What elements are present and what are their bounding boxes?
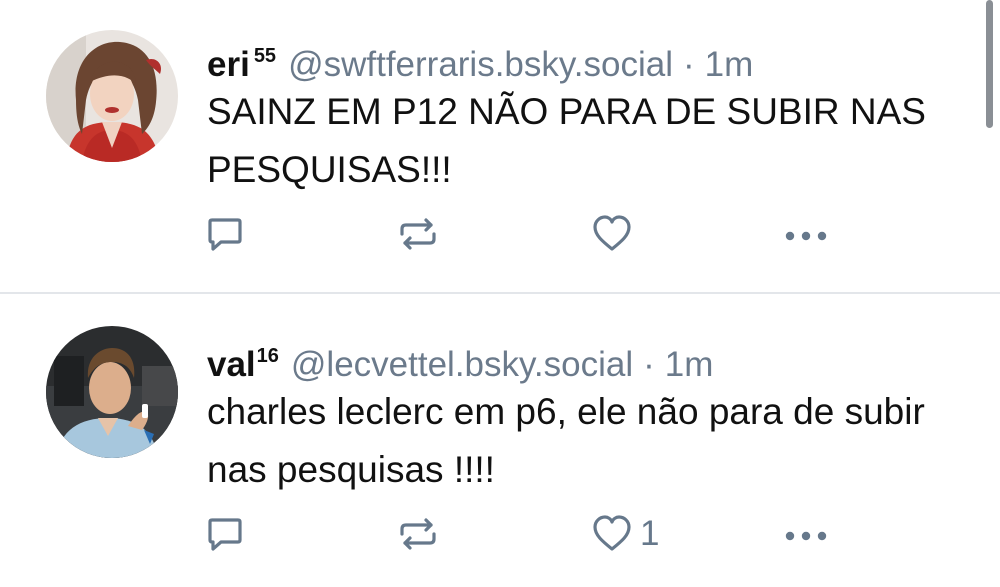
more-button[interactable] [784,214,830,254]
reply-icon [205,514,245,554]
timestamp[interactable]: 1m [665,345,714,384]
repost-button[interactable] [398,214,438,254]
avatar[interactable] [46,30,178,162]
like-button[interactable]: 1 [592,514,659,554]
heart-icon [592,514,632,554]
avatar-image [46,326,178,458]
name-superscript: 55 [253,45,277,67]
post-actions [0,214,1000,254]
handle[interactable]: @lecvettel.bsky.social [291,345,633,384]
scrollbar[interactable] [986,0,993,128]
display-name[interactable]: val [207,345,256,384]
timestamp[interactable]: 1m [705,45,754,84]
reply-button[interactable] [205,214,245,254]
like-button[interactable] [592,214,640,254]
reply-icon [205,214,245,254]
name-superscript: 16 [256,345,279,367]
repost-icon [398,214,438,254]
avatar[interactable] [46,326,178,458]
handle[interactable]: @swftferraris.bsky.social [288,45,673,84]
repost-button[interactable] [398,514,438,554]
post-header: eri 55 @swftferraris.bsky.social · 1m [207,36,753,85]
heart-icon [592,214,632,254]
separator-dot: · [683,45,695,84]
feed: eri 55 @swftferraris.bsky.social · 1m SAINZ … [0,0,1000,587]
separator-dot: · [643,345,655,384]
like-count: 1 [640,514,660,553]
more-options-icon [784,214,830,254]
avatar-image [46,30,178,162]
more-button[interactable] [784,514,830,554]
repost-icon [398,514,438,554]
display-name[interactable]: eri [207,45,250,84]
post-text: charles leclerc em p6, ele não para de s… [207,391,925,490]
post[interactable]: eri 55 @swftferraris.bsky.social · 1m SAINZ … [0,0,1000,293]
more-options-icon [784,514,830,554]
post-text: SAINZ EM P12 NÃO PARA DE SUBIR NAS PESQU… [207,91,926,190]
post-header: val16 @lecvettel.bsky.social · 1m [207,336,713,385]
post[interactable]: val16 @lecvettel.bsky.social · 1m charles l… [0,294,1000,587]
post-actions: 1 [0,514,1000,554]
reply-button[interactable] [205,514,245,554]
